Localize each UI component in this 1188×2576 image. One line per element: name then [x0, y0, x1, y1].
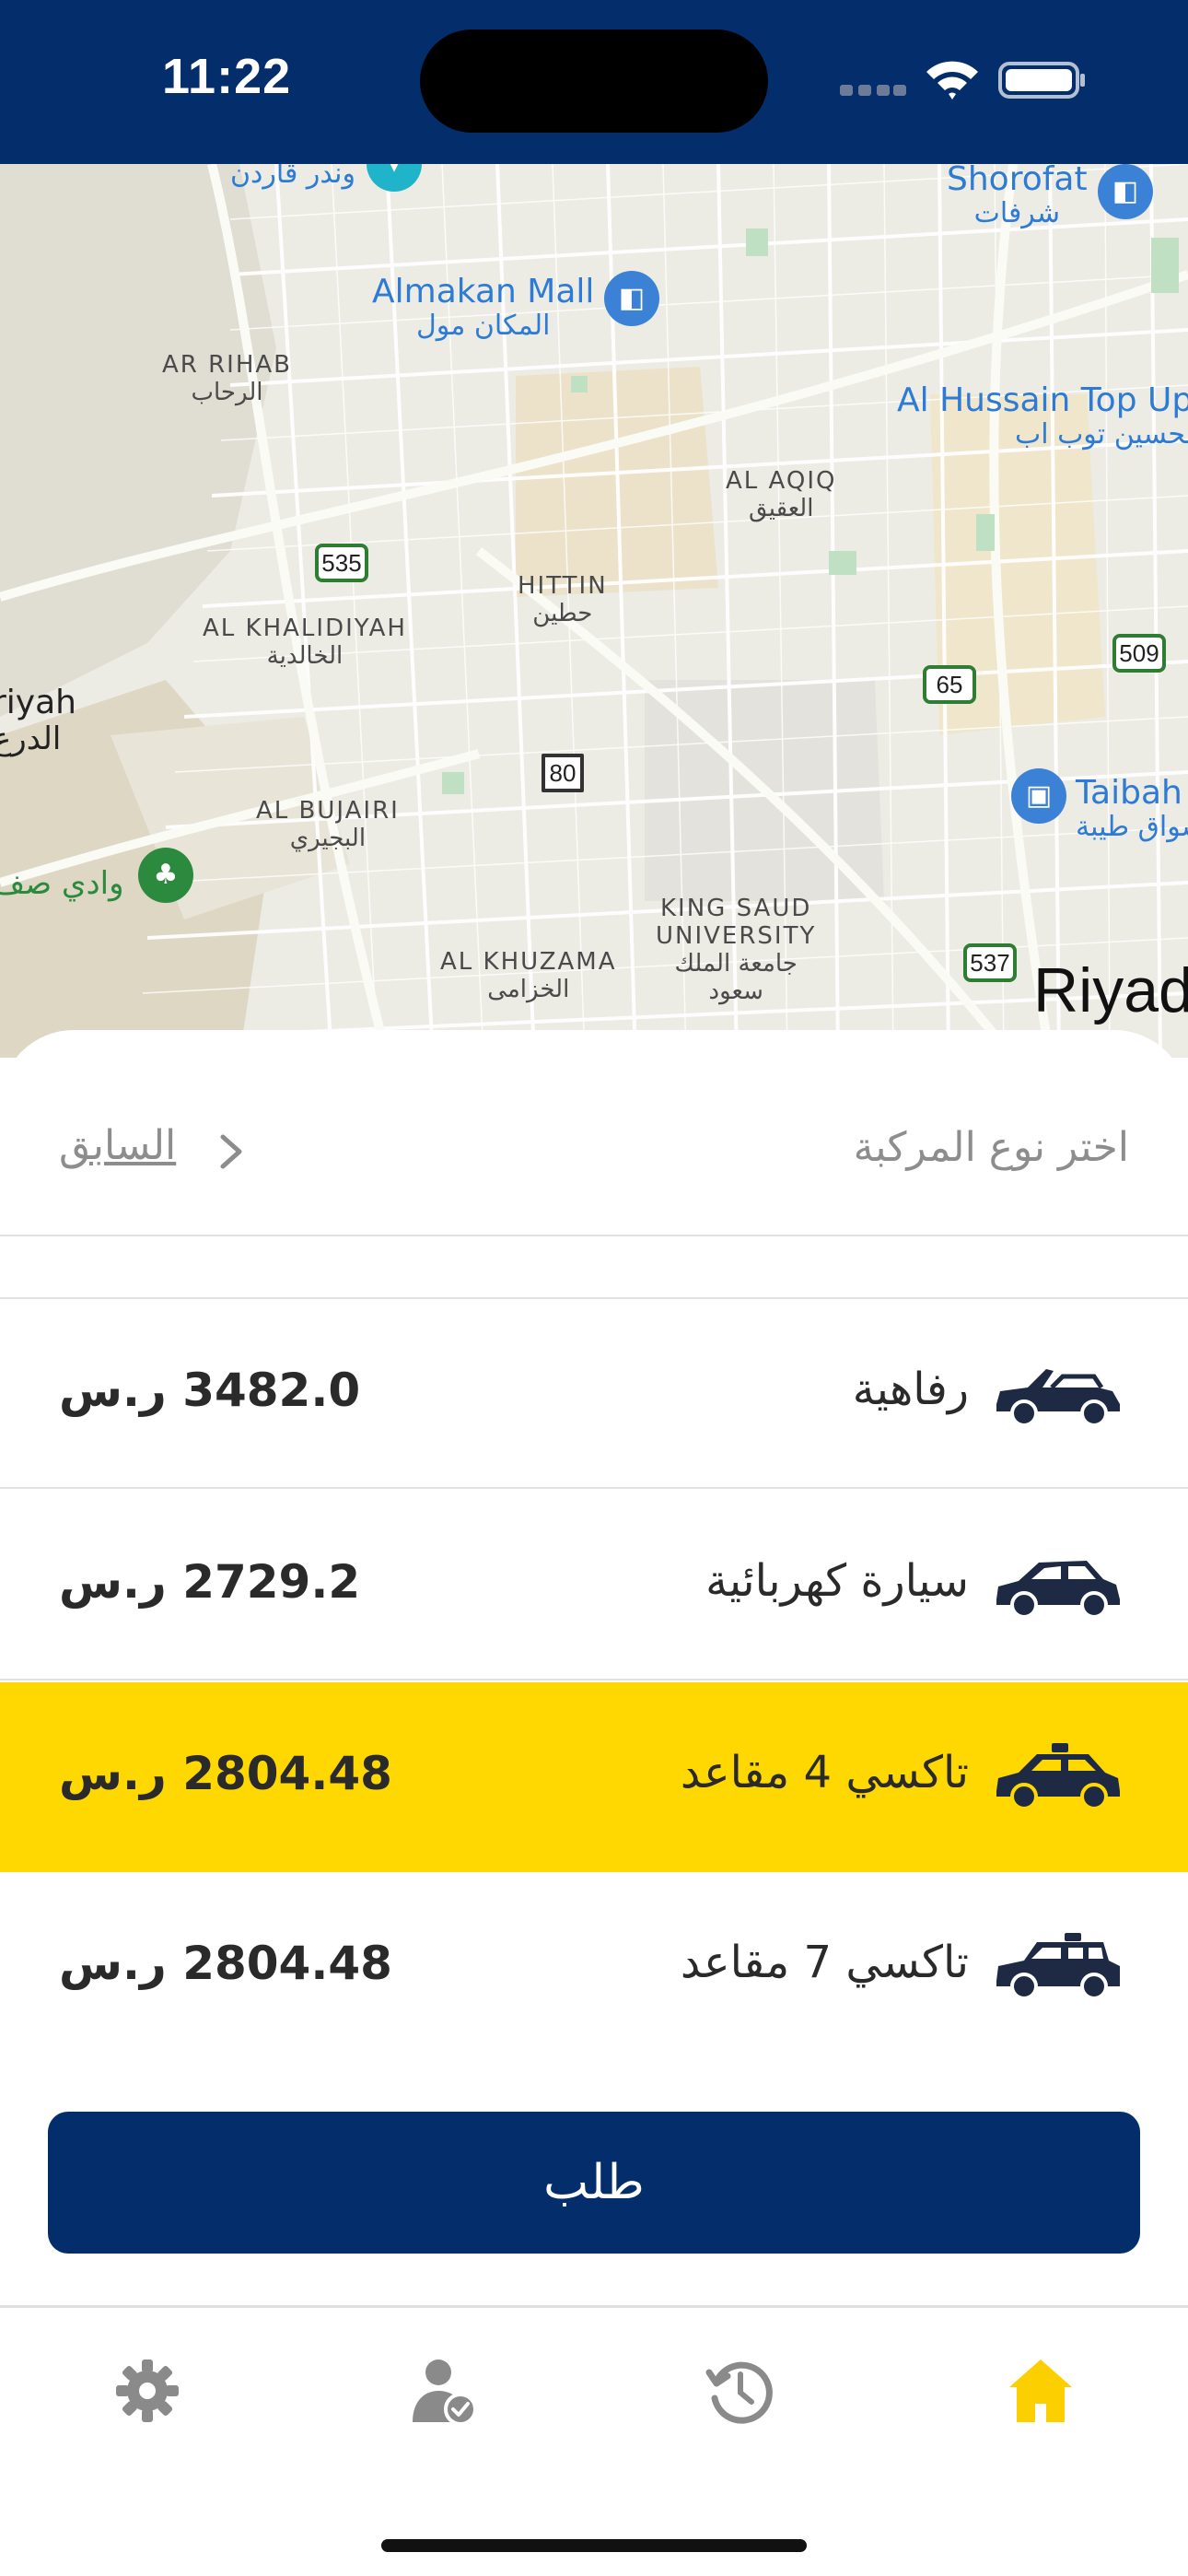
map-label-almakan-mall: Almakan Mall المكان مول: [372, 273, 595, 343]
map-label-hittin: HITTIN حطين: [518, 572, 608, 627]
sheet-header: اختر نوع المركبة السابق: [0, 1030, 1188, 1236]
vehicle-price: 3482.0 ر.س: [59, 1364, 361, 1417]
taxi-4-seat-icon: [996, 1743, 1120, 1810]
vehicle-name: تاكسي 4 مقاعد: [680, 1747, 969, 1798]
vehicle-option-electric[interactable]: سيارة كهربائية 2729.2 ر.س: [0, 1491, 1188, 1680]
vehicle-option-luxury[interactable]: رفاهية 3482.0 ر.س: [0, 1299, 1188, 1489]
route-509-shield: 509: [1112, 634, 1166, 673]
shopping-pin-icon[interactable]: ◧: [604, 271, 659, 326]
wifi-icon: [926, 61, 978, 100]
shopping-cart-pin-icon[interactable]: ▣: [1011, 768, 1066, 824]
bottom-tab-bar: [0, 2305, 1188, 2576]
map-label-al-aqiq: AL AQIQ العقيق: [726, 467, 837, 522]
map-label-al-khalidiyah: AL KHALIDIYAH الخالدية: [203, 615, 407, 670]
request-ride-button[interactable]: طلب: [48, 2112, 1140, 2254]
map-label-diriyah: riyah الدرع: [0, 684, 76, 758]
cellular-signal-icon: [840, 85, 906, 98]
map-label-al-hussain: Al Hussain Top Up الحسين توب اب: [897, 381, 1188, 451]
profile-verified-icon[interactable]: [407, 2354, 481, 2428]
park-pin-icon[interactable]: ♣: [138, 848, 193, 903]
vehicle-name: سيارة كهربائية: [705, 1555, 969, 1607]
home-icon[interactable]: [1004, 2354, 1077, 2428]
map-label-riyadh: Riyad: [1033, 955, 1188, 1025]
vehicle-name: تاكسي 7 مقاعد: [680, 1937, 969, 1988]
battery-icon: [998, 62, 1085, 99]
map-label-king-saud-university: KING SAUD UNIVERSITY جامعة الملك سعود: [656, 895, 817, 1005]
route-80-shield: 80: [542, 754, 584, 792]
vehicle-price: 2729.2 ر.س: [59, 1555, 361, 1609]
home-indicator[interactable]: [381, 2539, 807, 2552]
map-label-ar-rihab: AR RIHAB الرحاب: [162, 351, 293, 406]
map-label-al-khuzama: AL KHUZAMA الخزامى: [440, 948, 617, 1003]
route-537-shield: 537: [963, 943, 1017, 982]
settings-icon[interactable]: [111, 2354, 184, 2428]
history-icon[interactable]: [704, 2354, 777, 2428]
back-button[interactable]: السابق: [59, 1122, 176, 1169]
map-label-shorofat: Shorofat شرفات: [947, 164, 1088, 230]
vehicle-name: رفاهية: [852, 1364, 969, 1415]
route-65-shield: 65: [923, 665, 976, 704]
shopping-pin-icon[interactable]: ◧: [1098, 164, 1153, 219]
chevron-right-icon[interactable]: [215, 1133, 247, 1170]
route-535-shield: 535: [315, 544, 368, 582]
convertible-car-icon: [996, 1369, 1120, 1427]
map-label-al-bujairi: AL BUJAIRI البجيري: [256, 797, 400, 852]
dynamic-island: [420, 29, 768, 133]
sheet-title: اختر نوع المركبة: [853, 1124, 1129, 1171]
status-bar: 11:22: [0, 0, 1188, 164]
vehicle-price: 2804.48 ر.س: [59, 1747, 392, 1800]
status-time: 11:22: [162, 49, 292, 104]
map-label-wonder-garden: وندر قاردن: [230, 164, 355, 190]
map-label-taibah: Taibah أسواق طيبة: [1076, 774, 1188, 844]
hatchback-car-icon: [996, 1561, 1120, 1619]
vehicle-price: 2804.48 ر.س: [59, 1937, 392, 1990]
map-label-wadi: وادي صف: [0, 865, 124, 902]
map-view[interactable]: ▾ وندر قاردن ◧ Shorofat شرفات ◧ Almakan …: [0, 164, 1188, 1058]
taxi-7-seat-icon: [996, 1933, 1120, 2000]
vehicle-option-taxi-7-seat[interactable]: تاكسي 7 مقاعد 2804.48 ر.س: [0, 1872, 1188, 2062]
vehicle-option-taxi-4-seat[interactable]: تاكسي 4 مقاعد 2804.48 ر.س: [0, 1682, 1188, 1872]
